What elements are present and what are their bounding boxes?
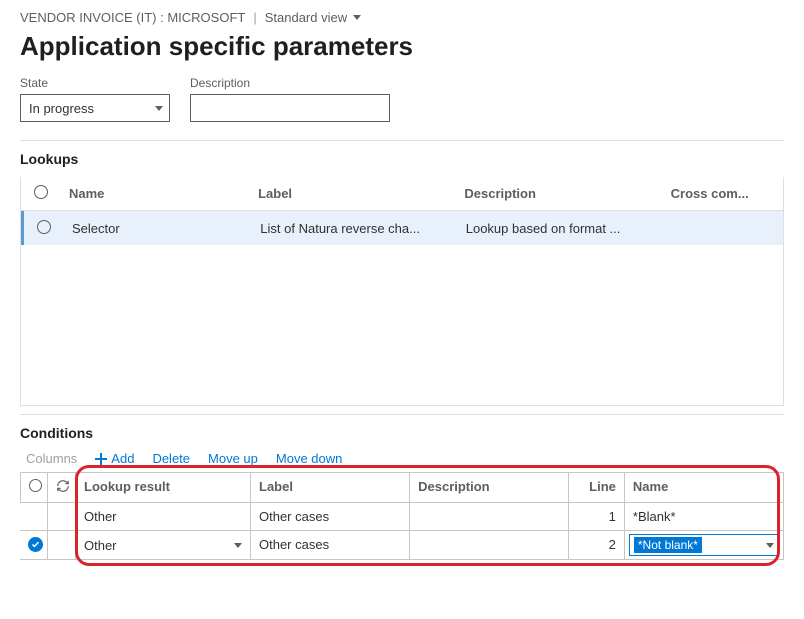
col-line[interactable]: Line <box>569 472 625 503</box>
name-value: *Not blank* <box>634 537 702 553</box>
view-label: Standard view <box>265 10 347 25</box>
col-description[interactable]: Description <box>410 472 569 503</box>
chevron-down-icon <box>234 543 242 548</box>
row-select[interactable] <box>20 531 48 560</box>
col-name2[interactable]: Name <box>625 472 784 503</box>
cell-name[interactable]: *Blank* <box>625 503 784 531</box>
row-radio[interactable] <box>37 220 51 234</box>
refresh-icon[interactable] <box>56 481 70 496</box>
select-all-radio[interactable] <box>34 185 48 199</box>
add-button[interactable]: Add <box>95 451 134 466</box>
movedown-button[interactable]: Move down <box>276 451 342 466</box>
row-status <box>48 503 76 531</box>
lookups-heading: Lookups <box>20 151 784 167</box>
cell-line: 1 <box>569 503 625 531</box>
col-cross-company[interactable]: Cross com... <box>663 186 783 201</box>
cell-name[interactable]: *Not blank* <box>625 531 784 560</box>
moveup-button[interactable]: Move up <box>208 451 258 466</box>
plus-icon <box>95 453 107 465</box>
chevron-down-icon <box>155 106 163 111</box>
col-name[interactable]: Name <box>61 186 250 201</box>
col-lookup-result[interactable]: Lookup result <box>76 472 251 503</box>
breadcrumb-context: VENDOR INVOICE (IT) : MICROSOFT <box>20 10 245 25</box>
conditions-toolbar: Columns Add Delete Move up Move down <box>20 451 784 466</box>
cell-description: Lookup based on format ... <box>458 221 663 236</box>
conditions-grid: Lookup result Label Description Line Nam… <box>20 472 784 560</box>
add-label: Add <box>111 451 134 466</box>
lookup-result-value: Other <box>84 538 117 553</box>
cell-name: Selector <box>64 221 252 236</box>
col-description[interactable]: Description <box>456 186 662 201</box>
description-input[interactable] <box>190 94 390 122</box>
page-title: Application specific parameters <box>20 31 784 62</box>
description-label: Description <box>190 76 390 90</box>
cell-lookup-result[interactable]: Other <box>76 503 251 531</box>
col-label[interactable]: Label <box>251 472 410 503</box>
check-icon <box>28 537 43 552</box>
cell-lookup-result[interactable]: Other <box>76 531 251 560</box>
view-selector[interactable]: Standard view <box>265 10 361 25</box>
col-label[interactable]: Label <box>250 186 456 201</box>
chevron-down-icon <box>353 15 361 20</box>
state-value: In progress <box>29 101 94 116</box>
state-label: State <box>20 76 170 90</box>
state-select[interactable]: In progress <box>20 94 170 122</box>
lookups-row[interactable]: Selector List of Natura reverse cha... L… <box>21 211 783 245</box>
columns-button[interactable]: Columns <box>26 451 77 466</box>
cell-label: Other cases <box>251 531 410 560</box>
breadcrumb-separator: | <box>253 10 256 25</box>
cell-label: Other cases <box>251 503 410 531</box>
cell-description <box>410 503 569 531</box>
row-select[interactable] <box>20 503 48 531</box>
row-status <box>48 531 76 560</box>
conditions-heading: Conditions <box>20 425 784 441</box>
select-all-radio[interactable] <box>29 479 42 492</box>
delete-button[interactable]: Delete <box>152 451 190 466</box>
name-editor[interactable]: *Not blank* <box>629 534 779 556</box>
cell-line: 2 <box>569 531 625 560</box>
cell-description <box>410 531 569 560</box>
breadcrumb: VENDOR INVOICE (IT) : MICROSOFT | Standa… <box>20 10 784 25</box>
cell-label: List of Natura reverse cha... <box>252 221 457 236</box>
chevron-down-icon <box>766 543 774 548</box>
lookups-grid: Name Label Description Cross com... Sele… <box>20 177 784 406</box>
